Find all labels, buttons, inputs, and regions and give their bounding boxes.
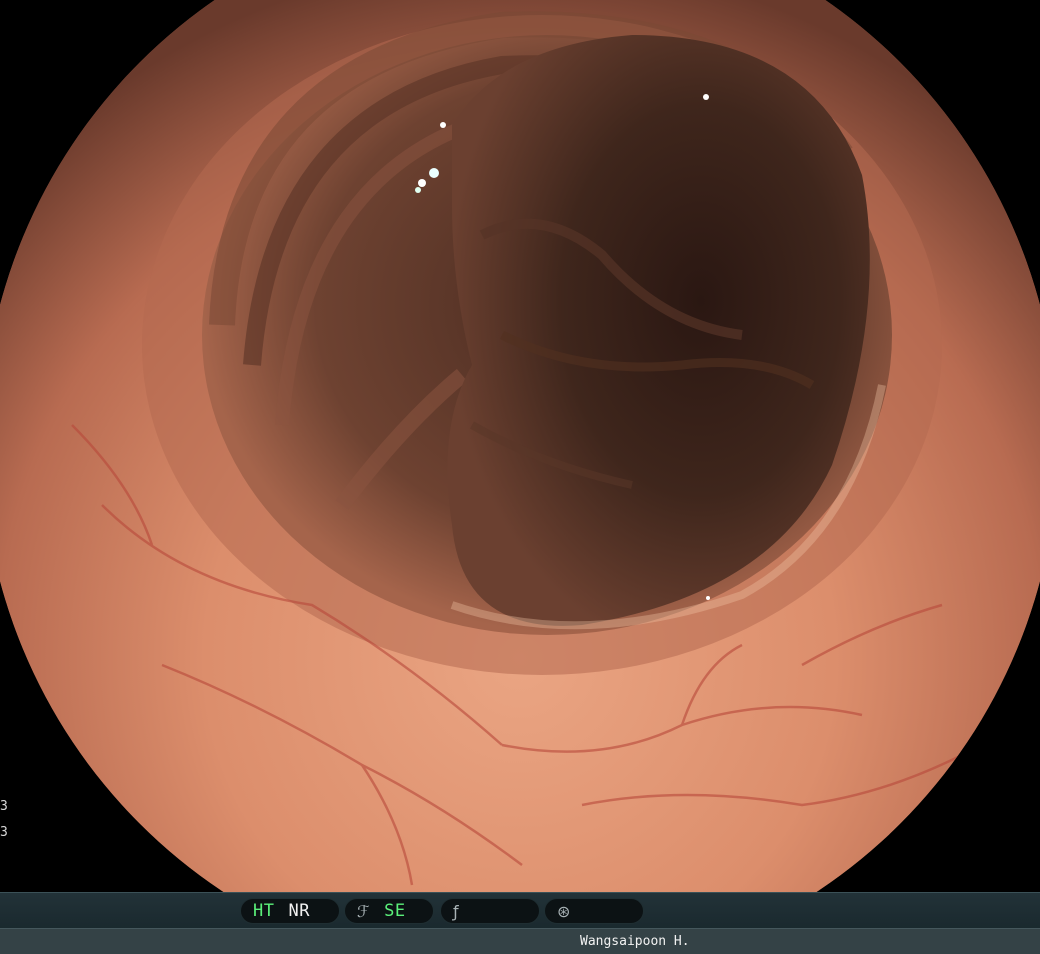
function-icon: ƒ (453, 901, 460, 921)
se-pill: ℱ SE (344, 898, 434, 924)
ht-indicator: HT (253, 901, 275, 921)
edge-mark-1: 3 (0, 799, 8, 814)
nr-indicator: NR (288, 901, 310, 921)
endoscope-screen: 3 3 HT NR ℱ SE ƒ ⊛ Wangsaipoon H. (0, 0, 1040, 954)
function-pill: ƒ (440, 898, 540, 924)
enhancement-icon: ℱ (357, 901, 371, 921)
edge-mark-2: 3 (0, 825, 8, 840)
status-bar: HT NR ℱ SE ƒ ⊛ (0, 892, 1040, 929)
footer-bar: Wangsaipoon H. (0, 928, 1040, 954)
se-indicator: SE (384, 901, 406, 921)
waveform-icon: ⊛ (557, 901, 571, 921)
operator-name: Wangsaipoon H. (580, 934, 690, 949)
lumen-illustration (0, 0, 1040, 954)
ht-nr-pill: HT NR (240, 898, 340, 924)
endoscopic-image (0, 0, 1040, 954)
waveform-pill: ⊛ (544, 898, 644, 924)
